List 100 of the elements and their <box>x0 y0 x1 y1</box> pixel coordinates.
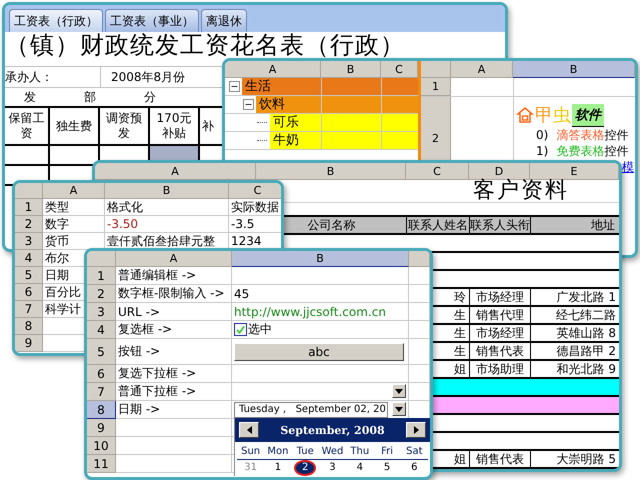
corner-header <box>15 183 43 199</box>
link[interactable]: 模 <box>622 160 634 174</box>
table-cell: 按钮 -> <box>116 339 232 365</box>
column-header: B <box>232 251 409 267</box>
table-cell-text: 部 <box>83 89 97 106</box>
cell-button[interactable]: abc <box>234 342 404 360</box>
calendar-day[interactable]: 2 <box>294 460 316 476</box>
row-header: 11 <box>87 455 116 473</box>
next-month-button[interactable] <box>406 422 426 438</box>
checkbox[interactable] <box>234 323 247 336</box>
table-cell: 经七纬二路 <box>530 307 619 323</box>
column-header <box>409 251 430 267</box>
collapse-icon[interactable] <box>229 81 240 92</box>
weekday-label: Sun <box>241 445 260 459</box>
table-cell: 格式化 <box>105 199 229 216</box>
column-header: B <box>321 61 381 78</box>
tree-item[interactable]: 牛奶 <box>270 132 418 149</box>
list-number: 1) <box>536 143 548 159</box>
row-header: 5 <box>15 267 43 284</box>
table-cell-text: 分 <box>143 89 157 106</box>
table-cell: 大崇明路 5 <box>530 451 619 467</box>
table-cell: 45 <box>234 286 250 300</box>
link[interactable]: http://www.jjcsoft.com.cn <box>234 304 386 318</box>
column-header: C <box>406 163 469 180</box>
row-header: 10 <box>87 437 116 455</box>
row-header: 8 <box>87 401 116 419</box>
tree-item[interactable]: 生活 <box>242 78 418 95</box>
table-cell: 数字框-限制输入 -> <box>116 285 232 303</box>
row-header: 3 <box>87 303 116 321</box>
column-header: 调资预 发 <box>100 108 150 146</box>
column-header: A <box>95 163 256 180</box>
table-cell: 市场助理 <box>469 361 530 377</box>
row-header: 1 <box>15 199 43 216</box>
table-cell-text: 2008年8月份 <box>110 69 186 86</box>
calendar-month: September, 2008 <box>280 424 385 436</box>
row-header: 8 <box>15 318 43 335</box>
date-field[interactable]: Tuesday , September 02, 20 <box>234 402 388 418</box>
table-cell: 承办人： <box>5 67 101 87</box>
table-cell: 销售代理 <box>469 307 530 323</box>
previous-month-button[interactable] <box>239 422 259 438</box>
row-header: 5 <box>87 339 116 365</box>
row-header: 3 <box>15 233 43 250</box>
corner-header <box>87 251 116 267</box>
weekday-label: Tue <box>296 445 314 459</box>
collapse-icon[interactable] <box>243 99 254 110</box>
calendar-day[interactable]: 4 <box>354 462 365 474</box>
row-header: 9 <box>87 419 116 437</box>
column-header: C <box>229 183 281 199</box>
table-cell: 广发北路 1 <box>530 289 619 305</box>
table-cell: -3.50 <box>105 216 229 233</box>
table-cell: 销售代表 <box>469 451 530 467</box>
table-cell <box>5 146 50 166</box>
sheet-title: 客户资料 <box>473 180 569 202</box>
column-header: C <box>381 61 418 78</box>
table-cell: 普通编辑框 -> <box>116 267 232 285</box>
tree-line <box>257 140 267 141</box>
logo-icon <box>516 106 534 124</box>
calendar-day[interactable]: 31 <box>242 462 259 474</box>
column-header: 独生费 <box>50 108 100 146</box>
table-cell: 复选下拉框 -> <box>116 365 232 383</box>
row-header: 1 <box>87 267 116 285</box>
table-cell: 市场经理 <box>469 289 530 305</box>
weekday-label: Thu <box>350 445 370 459</box>
table-cell: 销售代表 <box>469 343 530 359</box>
calendar-day[interactable]: 3 <box>327 462 338 474</box>
column-header: 联系人头衔 <box>469 217 530 233</box>
sheet-tab[interactable]: 工资表（行政） <box>9 9 103 32</box>
dropdown-button[interactable] <box>392 384 406 398</box>
dropdown-button[interactable] <box>392 402 406 416</box>
table-cell: 德昌路甲 2 <box>530 343 619 359</box>
row-header: 6 <box>87 365 116 383</box>
table-cell <box>409 267 430 285</box>
brand-name: 甲虫 <box>535 104 571 127</box>
row-header: 1 <box>421 78 451 96</box>
row-header: 7 <box>15 301 43 318</box>
calendar-day[interactable]: 1 <box>272 462 284 474</box>
column-header: B <box>256 163 406 180</box>
column-header: B <box>105 183 229 199</box>
column-header: A <box>451 61 513 78</box>
weekday-label: Mon <box>267 445 288 459</box>
row-header: 9 <box>15 335 43 352</box>
calendar-day[interactable]: 5 <box>382 462 392 474</box>
list-number: 0) <box>536 127 548 143</box>
caret-icon <box>395 388 403 394</box>
left-arrow-icon <box>246 426 252 434</box>
column-header: 保留工 资 <box>5 108 50 146</box>
row-header: 4 <box>15 250 43 267</box>
sheet-tab[interactable]: 离退休 <box>201 9 247 32</box>
corner-header <box>421 61 451 78</box>
row-header: 6 <box>15 284 43 301</box>
sheet-tab[interactable]: 工资表（事业） <box>105 9 199 32</box>
caret-icon <box>395 406 403 412</box>
tree-item[interactable]: 饮料 <box>256 96 418 113</box>
column-header: 联系人姓名 <box>406 217 469 233</box>
column-header: D <box>469 163 530 180</box>
sheet-title: （镇）财政统发工资花名表（行政） <box>5 32 406 60</box>
row-header: 2 <box>87 285 116 303</box>
table-cell: URL -> <box>116 303 232 321</box>
tree-item[interactable]: 可乐 <box>270 114 418 131</box>
table-cell-text: 发 <box>23 89 37 106</box>
